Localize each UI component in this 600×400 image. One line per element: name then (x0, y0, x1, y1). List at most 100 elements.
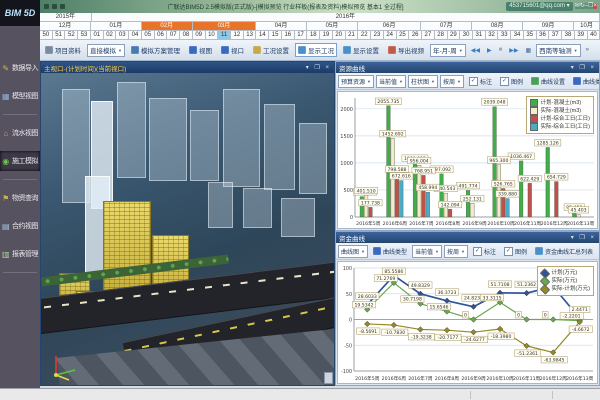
save-icon[interactable] (44, 4, 49, 9)
timeline-week-cell[interactable]: 07 (167, 31, 180, 40)
timeline-week-cell[interactable]: 40 (588, 31, 600, 40)
timeline-week-cell[interactable]: 06 (155, 31, 168, 40)
timeline-week-cell[interactable]: 10 (206, 31, 219, 40)
timeline-week-cell[interactable]: 21 (346, 31, 359, 40)
timeline-month-cell[interactable]: 02月 (142, 22, 193, 31)
timeline-week-cell[interactable]: 18 (307, 31, 320, 40)
timeline-week-cell[interactable]: 08 (180, 31, 193, 40)
timeline-week-cell[interactable]: 51 (53, 31, 66, 40)
panel-overflow[interactable]: » (598, 246, 599, 256)
rewind-button[interactable]: ◀◀ (469, 45, 482, 56)
resource-source-dropdown[interactable]: 预算资源▼ (338, 75, 374, 88)
plan-manage-button[interactable]: 模拟方案管理 (128, 43, 183, 57)
highlighted-building[interactable] (103, 201, 152, 293)
chart-type-dropdown[interactable]: 柱状图▼ (408, 75, 438, 88)
timeline-year-cell[interactable]: 2015年 (40, 13, 92, 22)
sidebar-item-flow-view[interactable]: ⌂流水视图 (0, 123, 40, 143)
timeline-week-cell[interactable]: 25 (397, 31, 410, 40)
curve-settings-button[interactable]: 曲线设置 (528, 75, 568, 88)
viewport-button[interactable]: 视口 (218, 43, 247, 57)
account-dropdown[interactable]: 453715601@qq.com ▾ (506, 2, 573, 11)
timeline-week-cell[interactable]: 31 (473, 31, 486, 40)
mail-icon[interactable]: ✉ (575, 3, 580, 9)
value-mode-dropdown[interactable]: 当前值▼ (412, 245, 442, 258)
export-video-button[interactable]: 导出视频 (385, 43, 427, 57)
sidebar-item-contract-view[interactable]: ▤合约视图 (0, 216, 40, 236)
timeline-week-cell[interactable]: 23 (371, 31, 384, 40)
timeline-week-cell[interactable]: 11 (218, 31, 231, 40)
timeline-week-cell[interactable]: 12 (231, 31, 244, 40)
timeline-week-cell[interactable]: 16 (282, 31, 295, 40)
label-checkbox[interactable]: ✓标注 (466, 75, 495, 88)
timeline-month-cell[interactable]: 09月 (523, 22, 574, 31)
timeline-month-cell[interactable]: 12月 (40, 22, 91, 31)
panel-controls[interactable]: ▾ ❐ × (571, 234, 596, 241)
timeline-week-cell[interactable]: 13 (244, 31, 257, 40)
sidebar-item-data-import[interactable]: ✎数据导入 (0, 58, 40, 78)
undo-icon[interactable] (52, 4, 57, 9)
timeline-week-cell[interactable]: 34 (511, 31, 524, 40)
timeline-week-cell[interactable]: 37 (549, 31, 562, 40)
timeline-week-cell[interactable]: 14 (256, 31, 269, 40)
timeline-week-cell[interactable]: 38 (562, 31, 575, 40)
show-condition-button[interactable]: 显示工况 (295, 43, 337, 57)
timeline-week-cell[interactable]: 50 (40, 31, 53, 40)
play-button[interactable]: ▶ (485, 45, 494, 56)
timeline-week-cell[interactable]: 27 (422, 31, 435, 40)
view-angle-dropdown[interactable]: 西南等轴测▼ (536, 44, 580, 57)
sim-mode-dropdown[interactable]: 直接模拟▼ (87, 44, 125, 57)
display-settings-button[interactable]: 显示设置 (340, 43, 382, 57)
sidebar-item-construction-sim[interactable]: ◉施工模拟 (0, 151, 40, 171)
viewport-scrollbar[interactable] (324, 372, 333, 384)
timeline-week-cell[interactable]: 36 (537, 31, 550, 40)
sidebar-item-model-view[interactable]: ▦模型视图 (0, 86, 40, 106)
timeline-week-cell[interactable]: 01 (91, 31, 104, 40)
time-scale-dropdown[interactable]: 年-月-周▼ (430, 44, 466, 57)
view-button[interactable]: 视图 (186, 43, 215, 57)
timeline-month-cell[interactable]: 07月 (421, 22, 472, 31)
refresh-icon[interactable]: ↻ (580, 3, 585, 9)
viewport-controls[interactable]: ▾ ❐ × (306, 64, 331, 71)
legend-checkbox[interactable]: ✓图例 (501, 245, 530, 258)
timeline-month-cell[interactable]: 05月 (307, 22, 358, 31)
timeline-week-cell[interactable]: 24 (384, 31, 397, 40)
period-dropdown[interactable]: 按周▼ (444, 245, 468, 258)
timeline-year-cell[interactable]: 2016年 (92, 13, 600, 22)
checkbox-icon[interactable]: ✓ (500, 77, 509, 86)
timeline-week-cell[interactable]: 09 (193, 31, 206, 40)
curve-type-button[interactable]: 曲线类型 (370, 245, 410, 258)
legend-checkbox[interactable]: ✓图例 (497, 75, 526, 88)
timeline-week-cell[interactable]: 22 (358, 31, 371, 40)
close-icon[interactable]: × (593, 3, 597, 9)
period-dropdown[interactable]: 按周▼ (440, 75, 464, 88)
stop-button[interactable]: ■ (497, 45, 505, 55)
timeline-month-cell[interactable]: 01月 (91, 22, 142, 31)
timeline-week-cell[interactable]: 19 (320, 31, 333, 40)
timeline-month-cell[interactable]: 10月 (574, 22, 600, 31)
sidebar-item-report-manage[interactable]: ▥报表管理 (0, 244, 40, 264)
checkbox-icon[interactable]: ✓ (504, 247, 513, 256)
label-checkbox[interactable]: ✓标注 (470, 245, 499, 258)
timeline-week-cell[interactable]: 04 (129, 31, 142, 40)
timeline-week-cell[interactable]: 33 (498, 31, 511, 40)
sidebar-item-material-query[interactable]: ⚑物资查询 (0, 188, 40, 208)
timeline-week-cell[interactable]: 32 (486, 31, 499, 40)
timeline-week-cell[interactable]: 39 (575, 31, 588, 40)
timeline-week-cell[interactable]: 17 (295, 31, 308, 40)
timeline-week-cell[interactable]: 35 (524, 31, 537, 40)
timeline-week-cell[interactable]: 29 (448, 31, 461, 40)
timeline-month-cell[interactable]: 03月 (193, 22, 256, 31)
timeline-week-cell[interactable]: 28 (435, 31, 448, 40)
timeline-week-cell[interactable]: 15 (269, 31, 282, 40)
project-info-button[interactable]: 项目资料 (42, 43, 84, 57)
curve-type-button[interactable]: 曲线类型 (570, 75, 599, 88)
timeline-month-cell[interactable]: 08月 (472, 22, 523, 31)
fund-summary-button[interactable]: 资金曲线汇总列表 (532, 245, 596, 258)
checkbox-icon[interactable]: ✓ (473, 247, 482, 256)
timeline-week-cell[interactable]: 03 (116, 31, 129, 40)
timeline-month-cell[interactable]: 06月 (358, 22, 421, 31)
timeline-week-cell[interactable]: 53 (78, 31, 91, 40)
timeline-week-cell[interactable]: 52 (65, 31, 78, 40)
value-mode-dropdown[interactable]: 当前值▼ (376, 75, 406, 88)
condition-settings-button[interactable]: 工况设置 (250, 43, 292, 57)
